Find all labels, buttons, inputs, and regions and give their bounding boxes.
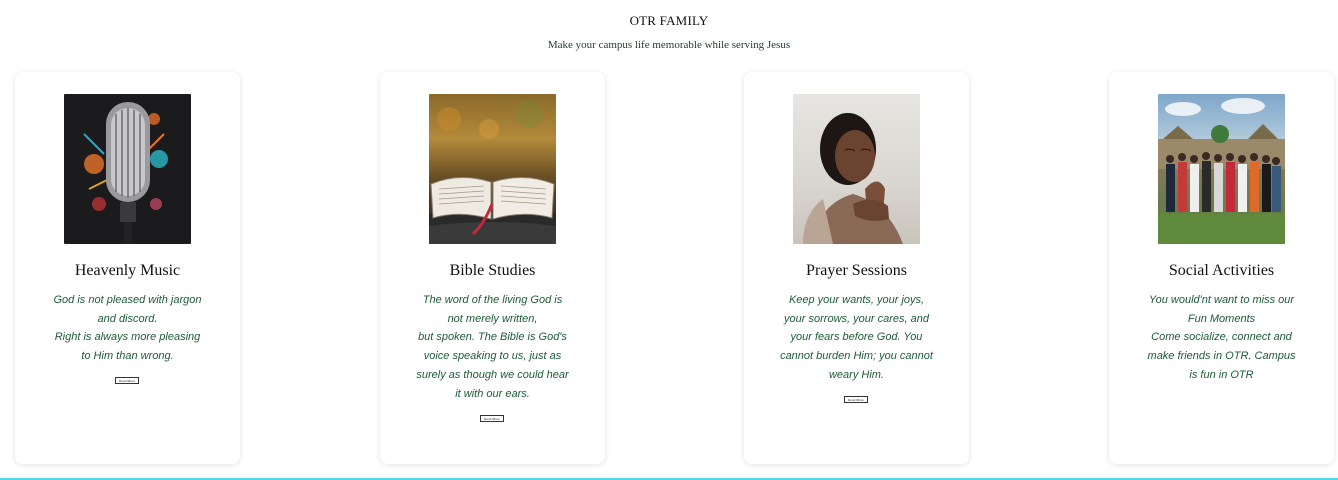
- card-description: You would'nt want to miss our Fun Moment…: [1147, 294, 1296, 381]
- card-heavenly-music: Heavenly Music God is not pleased with j…: [15, 72, 240, 464]
- card-title: Social Activities: [1168, 262, 1275, 279]
- card-description: God is not pleased with jargon and disco…: [53, 294, 202, 363]
- social-image: [1158, 94, 1285, 244]
- card-prayer-sessions: Prayer Sessions Keep your wants, your jo…: [744, 72, 969, 464]
- card-title: Prayer Sessions: [806, 262, 907, 279]
- group-photo-icon: [1158, 98, 1285, 244]
- microphone-icon: [83, 102, 168, 244]
- read-more-button[interactable]: Read More: [844, 396, 868, 403]
- card-description: The word of the living God is not merely…: [416, 294, 569, 400]
- card-description: Keep your wants, your joys, your sorrows…: [780, 294, 933, 381]
- card-social-activities: Social Activities You would'nt want to m…: [1109, 72, 1334, 464]
- card-title: Bible Studies: [449, 262, 536, 279]
- bible-image: [429, 94, 556, 244]
- prayer-image: [793, 94, 920, 244]
- card-bible-studies: Bible Studies The word of the living God…: [380, 72, 605, 464]
- read-more-button[interactable]: Read More: [480, 415, 504, 422]
- card-title: Heavenly Music: [74, 262, 181, 279]
- microphone-image: [64, 94, 191, 244]
- page-subtitle: Make your campus life memorable while se…: [547, 39, 791, 51]
- read-more-button[interactable]: Read More: [115, 377, 139, 384]
- page-title: OTR FAMILY: [629, 13, 709, 28]
- praying-person-icon: [803, 113, 903, 244]
- open-bible-icon: [429, 100, 556, 244]
